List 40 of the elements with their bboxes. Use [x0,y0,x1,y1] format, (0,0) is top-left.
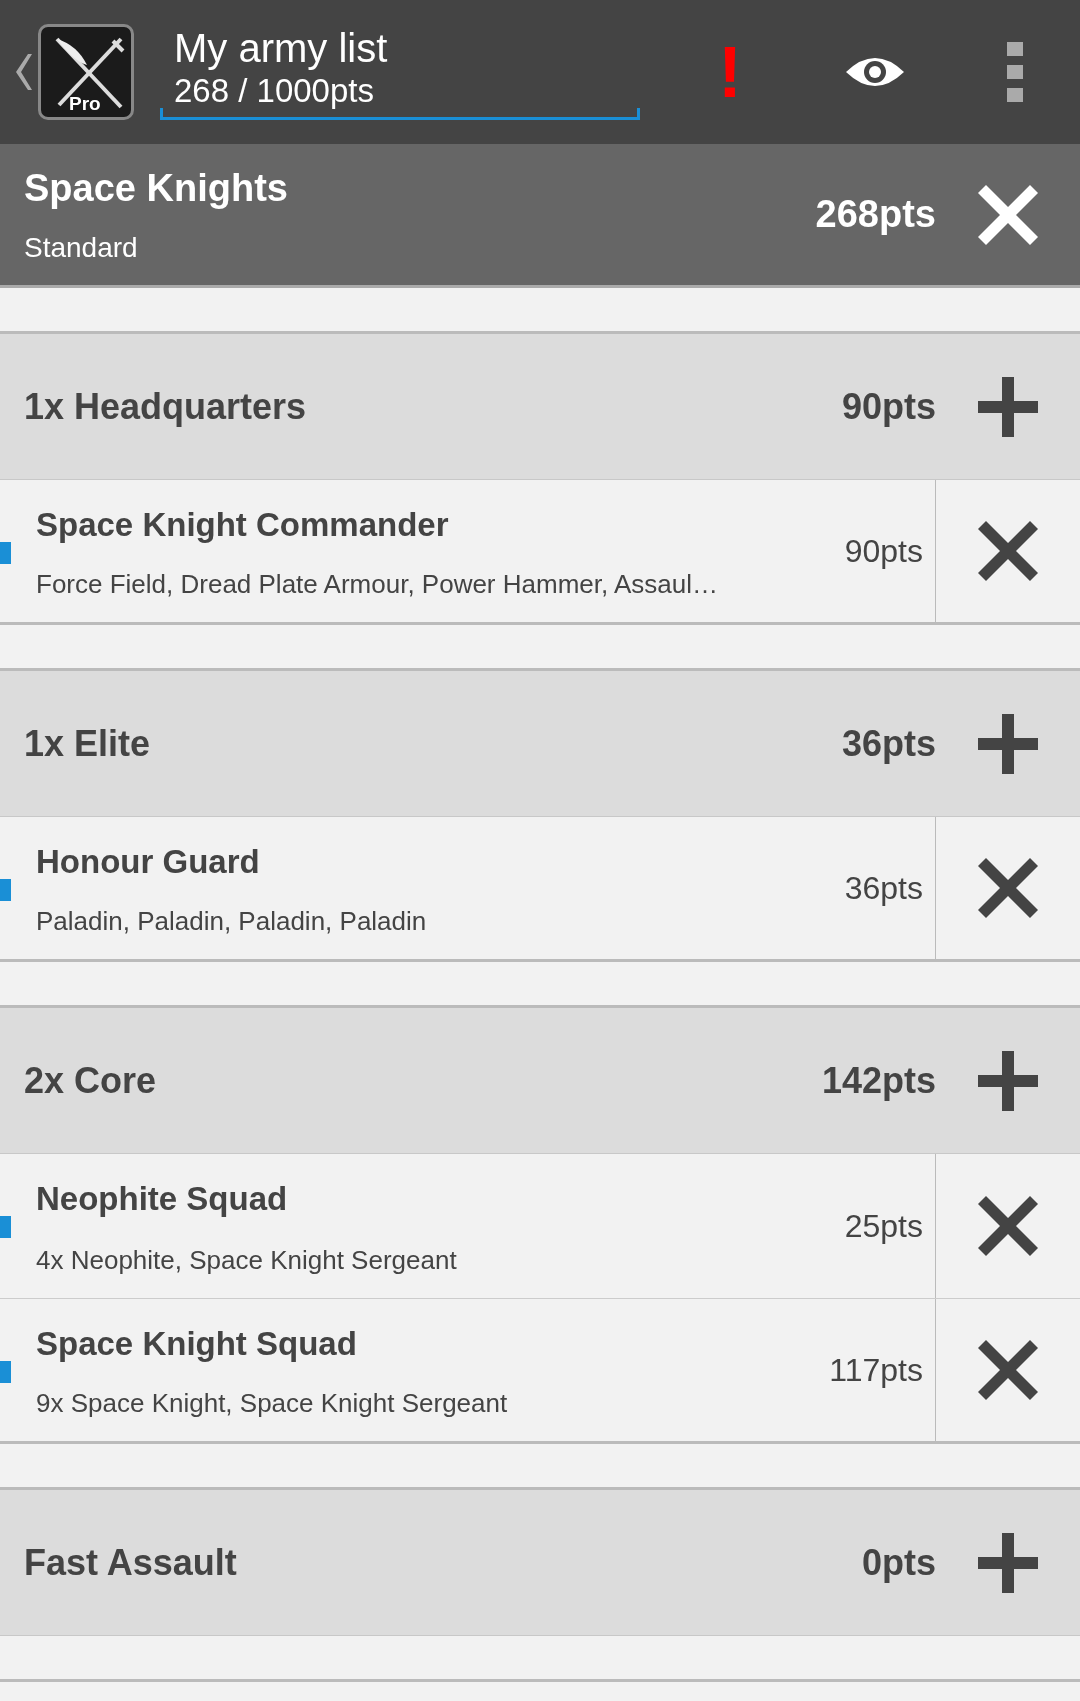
remove-icon[interactable] [978,1340,1038,1400]
unit-points: 36pts [843,869,923,908]
plus-icon[interactable] [978,713,1038,774]
entry-marker [0,542,11,564]
unit-points: 90pts [843,532,923,571]
section-title: Fast Assault [23,1540,238,1585]
unit-details: 9x Space Knight, Space Knight Sergeant [36,1387,509,1420]
section-points: 142pts [821,1058,936,1103]
section-points: 90pts [841,384,936,429]
army-name: Space Knights [24,166,289,211]
unit-points: 25pts [843,1207,923,1246]
plus-icon[interactable] [978,376,1038,437]
unit-details: Force Field, Dread Plate Armour, Power Hammer, Assaul… [36,568,720,601]
remove-icon[interactable] [978,1196,1038,1256]
army-points: 268pts [815,192,936,237]
entry-marker [0,1361,11,1383]
overflow-menu-icon[interactable] [1007,42,1023,102]
section-points: 0pts [861,1540,936,1585]
section-title: 2x Core [23,1058,158,1103]
unit-name: Neophite Squad [36,1179,289,1219]
section-title: 1x Headquarters [23,384,308,429]
unit-name: Space Knight Squad [36,1324,358,1364]
unit-details: Paladin, Paladin, Paladin, Paladin [36,905,428,938]
title-spinner[interactable]: My army list 268 / 1000pts [160,23,640,121]
unit-name: Honour Guard [36,842,261,882]
section-title: 1x Elite [23,721,152,766]
plus-icon[interactable] [978,1050,1038,1111]
unit-name: Space Knight Commander [36,505,450,545]
pro-label: Pro [69,94,101,113]
unit-details: 4x Neophite, Space Knight Sergeant [36,1244,458,1277]
plus-icon[interactable] [978,1532,1038,1593]
remove-icon[interactable] [978,184,1038,245]
unit-points: 117pts [828,1351,923,1390]
army-type: Standard [24,231,139,265]
remove-icon[interactable] [978,521,1038,581]
entry-marker [0,1216,11,1238]
app-logo[interactable]: Pro [38,24,134,120]
entry-marker [0,879,11,901]
section-points: 36pts [841,721,936,766]
remove-icon[interactable] [978,858,1038,918]
